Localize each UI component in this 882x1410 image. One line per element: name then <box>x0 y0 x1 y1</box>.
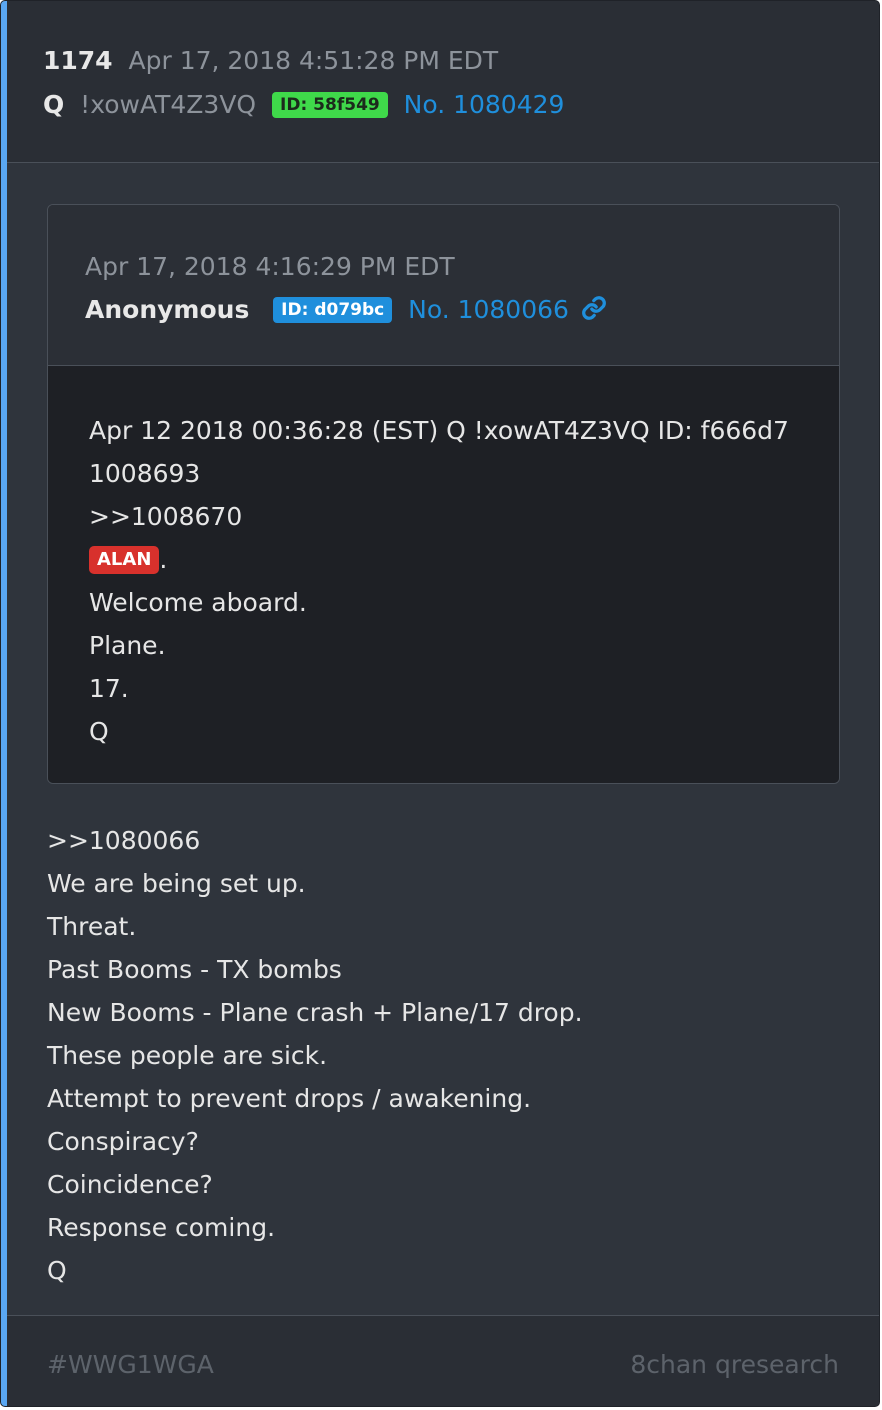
post-header: 1174 Apr 17, 2018 4:51:28 PM EDT Q !xowA… <box>7 1 879 163</box>
quoted-line: 1008693 <box>89 459 201 488</box>
body-line: Coincidence? <box>47 1170 213 1199</box>
body-line: Threat. <box>47 912 137 941</box>
link-icon[interactable] <box>581 295 607 329</box>
highlight-tag: ALAN <box>89 546 160 574</box>
post-author-line: Q !xowAT4Z3VQ ID: 58f549 No. 1080429 <box>43 89 564 121</box>
accent-bar <box>1 1 7 1406</box>
post-timestamp: Apr 17, 2018 4:51:28 PM EDT <box>128 46 499 75</box>
quoted-id-badge[interactable]: ID: d079bc <box>273 297 393 323</box>
quoted-post: Apr 17, 2018 4:16:29 PM EDT Anonymous ID… <box>47 204 840 784</box>
post-author: Q <box>43 90 65 119</box>
post-footer: #WWG1WGA 8chan qresearch <box>7 1315 879 1406</box>
reply-link[interactable]: >>1080066 <box>47 819 583 862</box>
body-line: Q <box>47 1256 67 1285</box>
body-line: Past Booms - TX bombs <box>47 955 342 984</box>
highlight-suffix: . <box>159 545 168 574</box>
quoted-line: Apr 12 2018 00:36:28 (EST) Q !xowAT4Z3VQ… <box>89 416 789 445</box>
quoted-post-header: Apr 17, 2018 4:16:29 PM EDT Anonymous ID… <box>48 205 839 366</box>
source-label: 8chan qresearch <box>630 1350 839 1379</box>
body-line: Response coming. <box>47 1213 276 1242</box>
post-meta-line: 1174 Apr 17, 2018 4:51:28 PM EDT <box>43 45 498 77</box>
body-line: New Booms - Plane crash + Plane/17 drop. <box>47 998 583 1027</box>
quoted-line: Plane. <box>89 631 166 660</box>
post-id-badge[interactable]: ID: 58f549 <box>272 92 388 118</box>
quoted-line: 17. <box>89 674 129 703</box>
body-line: These people are sick. <box>47 1041 328 1070</box>
quoted-timestamp: Apr 17, 2018 4:16:29 PM EDT <box>85 252 455 281</box>
quoted-line: Welcome aboard. <box>89 588 307 617</box>
body-line: Conspiracy? <box>47 1127 199 1156</box>
body-line: We are being set up. <box>47 869 306 898</box>
quoted-reply-link[interactable]: >>1008670 <box>89 495 789 538</box>
quoted-author-line: Anonymous ID: d079bc No. 1080066 <box>85 294 607 329</box>
post-body: >>1080066 We are being set up. Threat. P… <box>47 819 583 1292</box>
post-card: 1174 Apr 17, 2018 4:51:28 PM EDT Q !xowA… <box>0 0 880 1407</box>
post-number: 1174 <box>43 46 113 75</box>
quoted-post-link[interactable]: No. 1080066 <box>408 295 569 324</box>
post-number-link[interactable]: No. 1080429 <box>404 90 565 119</box>
quoted-author: Anonymous <box>85 295 250 324</box>
post-tripcode: !xowAT4Z3VQ <box>80 90 257 119</box>
quoted-highlight-line: ALAN. <box>89 538 789 581</box>
hashtag[interactable]: #WWG1WGA <box>47 1350 214 1379</box>
quoted-line: Q <box>89 717 109 746</box>
body-line: Attempt to prevent drops / awakening. <box>47 1084 532 1113</box>
quoted-post-body: Apr 12 2018 00:36:28 (EST) Q !xowAT4Z3VQ… <box>48 366 839 783</box>
